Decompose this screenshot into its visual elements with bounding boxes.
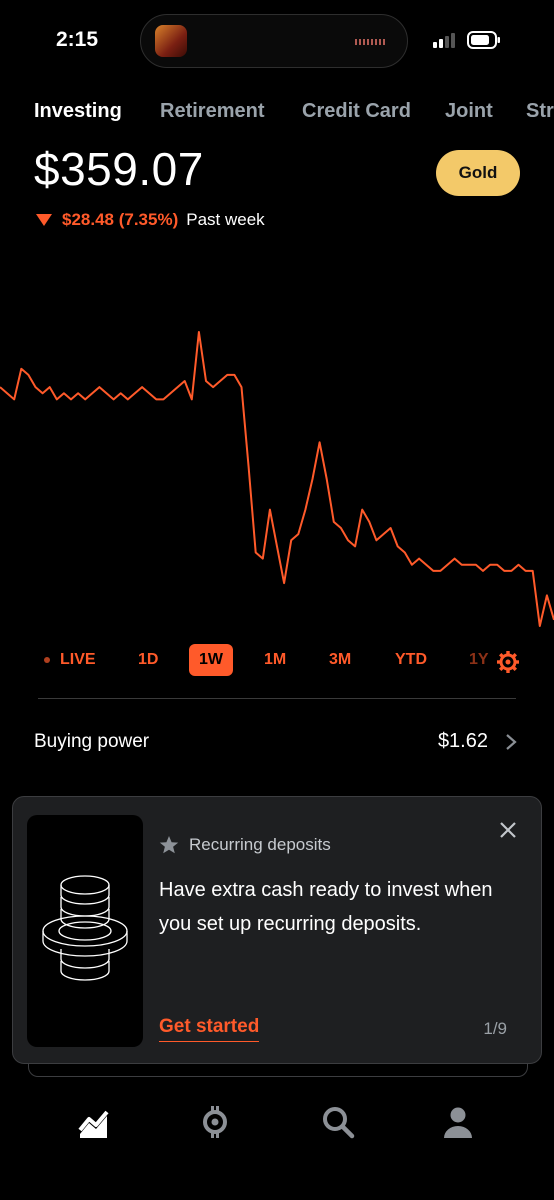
- card-illustration: [27, 815, 143, 1047]
- range-1d[interactable]: 1D: [138, 644, 158, 676]
- crypto-icon[interactable]: [197, 1104, 233, 1140]
- portfolio-change: $28.48 (7.35%) Past week: [36, 210, 265, 230]
- star-icon: [159, 836, 179, 854]
- chevron-right-icon: [506, 734, 517, 750]
- change-amount: $28.48 (7.35%): [62, 210, 179, 229]
- buying-power-row[interactable]: Buying power $1.62: [34, 722, 518, 762]
- tab-joint[interactable]: Joint: [445, 100, 493, 123]
- status-time: 2:15: [56, 28, 99, 51]
- get-started-link[interactable]: Get started: [159, 1016, 260, 1042]
- change-period: Past week: [186, 210, 265, 229]
- account-tabs: Investing Retirement Credit Card Joint S…: [0, 96, 554, 132]
- range-ytd[interactable]: YTD: [395, 644, 427, 676]
- cellular-signal-icon: [433, 33, 455, 48]
- bottom-navigation: [0, 1096, 554, 1156]
- divider: [38, 698, 516, 699]
- down-triangle-icon: [36, 214, 52, 226]
- recurring-deposits-card[interactable]: Recurring deposits Have extra cash ready…: [12, 796, 542, 1064]
- account-icon[interactable]: [440, 1104, 476, 1140]
- card-pager: 1/9: [483, 1019, 507, 1038]
- range-1y[interactable]: 1Y: [469, 644, 489, 676]
- chart-trend-icon[interactable]: [76, 1104, 112, 1140]
- live-dot-icon: [44, 657, 50, 663]
- range-3m[interactable]: 3M: [329, 644, 351, 676]
- tab-investing[interactable]: Investing: [34, 100, 122, 123]
- card-heading: Recurring deposits: [159, 835, 331, 855]
- buying-power-label: Buying power: [34, 731, 150, 752]
- tab-strategies[interactable]: Str: [526, 100, 554, 123]
- range-live[interactable]: LIVE: [44, 644, 96, 676]
- time-range-selector: LIVE 1D 1W 1M 3M YTD 1Y: [0, 644, 554, 680]
- card-body-text: Have extra cash ready to invest when you…: [159, 879, 493, 935]
- chart-series-line: [0, 331, 554, 627]
- dynamic-island[interactable]: [140, 14, 408, 68]
- tab-credit-card[interactable]: Credit Card: [302, 100, 411, 123]
- battery-icon: [467, 31, 500, 49]
- now-playing-app-icon: [155, 25, 187, 57]
- status-bar: 2:15: [0, 0, 554, 80]
- buying-power-value: $1.62: [437, 730, 488, 752]
- tab-retirement[interactable]: Retirement: [160, 100, 264, 123]
- stacked-card-edge: [28, 1062, 528, 1077]
- card-heading-label: Recurring deposits: [189, 835, 331, 854]
- range-live-label: LIVE: [60, 651, 96, 668]
- search-icon[interactable]: [320, 1104, 356, 1140]
- coin-stack-icon: [42, 875, 128, 981]
- audio-waveform-icon: [355, 39, 385, 45]
- portfolio-value: $359.07: [34, 143, 204, 195]
- close-icon[interactable]: [499, 821, 517, 839]
- range-1w[interactable]: 1W: [189, 644, 233, 676]
- gold-button[interactable]: Gold: [436, 150, 520, 196]
- portfolio-chart[interactable]: [0, 320, 554, 640]
- range-1m[interactable]: 1M: [264, 644, 286, 676]
- chart-settings-gear-icon[interactable]: [496, 650, 520, 674]
